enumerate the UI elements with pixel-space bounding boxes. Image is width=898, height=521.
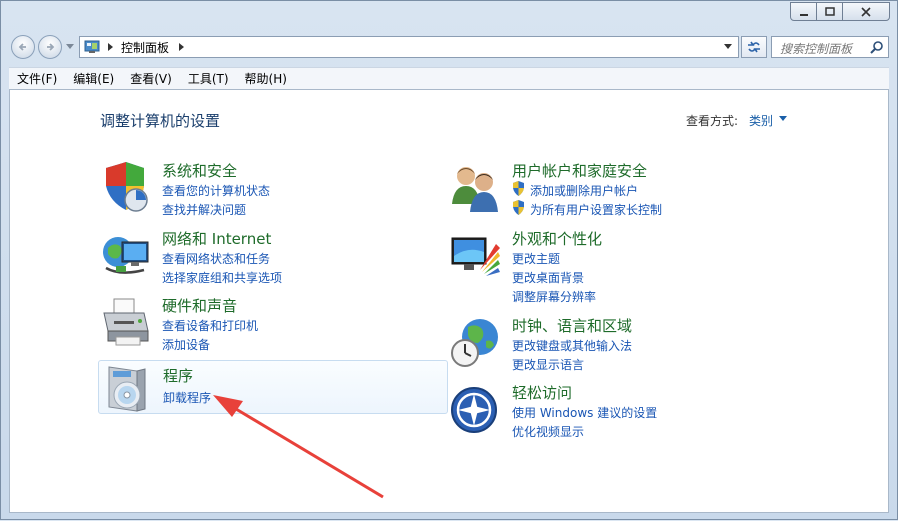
maximize-button[interactable]: [816, 2, 843, 21]
link-add-remove-user-accounts[interactable]: 添加或删除用户帐户: [530, 182, 638, 199]
printer-icon[interactable]: [100, 297, 152, 349]
view-by-dropdown-arrow-icon[interactable]: [779, 116, 787, 121]
control-panel-content: 调整计算机的设置 查看方式: 类别 系统和安全 查看您的计算机状态 查找并解决问…: [9, 89, 889, 513]
users-icon[interactable]: [450, 162, 502, 214]
link-optimize-video-display[interactable]: 优化视频显示: [512, 423, 584, 440]
search-input[interactable]: 搜索控制面板: [771, 36, 889, 58]
forward-arrow-icon: [47, 43, 55, 51]
menu-help[interactable]: 帮助(H): [237, 70, 295, 87]
category-network-internet-title[interactable]: 网络和 Internet: [162, 228, 271, 249]
category-system-security-title[interactable]: 系统和安全: [162, 160, 237, 181]
category-user-accounts: 用户帐户和家庭安全 添加或删除用户帐户 为所有用户设置家长控制: [450, 160, 790, 220]
category-system-security: 系统和安全 查看您的计算机状态 查找并解决问题: [100, 160, 440, 220]
back-arrow-icon: [18, 43, 26, 51]
menu-file[interactable]: 文件(F): [9, 70, 65, 87]
category-clock-language-region-title[interactable]: 时钟、语言和区域: [512, 315, 632, 336]
link-view-computer-status[interactable]: 查看您的计算机状态: [162, 182, 270, 199]
link-uninstall-program[interactable]: 卸载程序: [163, 389, 211, 406]
menu-bar: 文件(F) 编辑(E) 查看(V) 工具(T) 帮助(H): [9, 67, 889, 89]
link-homegroup-sharing[interactable]: 选择家庭组和共享选项: [162, 269, 282, 286]
title-bar: [1, 1, 897, 31]
minimize-icon: [799, 13, 808, 16]
view-by-label: 查看方式:: [686, 114, 739, 128]
back-button[interactable]: [11, 35, 35, 59]
programs-disc-box-icon: [108, 366, 146, 412]
address-dropdown-icon[interactable]: [724, 44, 732, 50]
breadcrumb-control-panel[interactable]: 控制面板: [121, 39, 169, 56]
network-globe-icon[interactable]: [100, 230, 152, 282]
link-add-device[interactable]: 添加设备: [162, 336, 210, 353]
category-user-accounts-title[interactable]: 用户帐户和家庭安全: [512, 160, 647, 181]
menu-edit[interactable]: 编辑(E): [65, 70, 122, 87]
link-windows-recommended-settings[interactable]: 使用 Windows 建议的设置: [512, 404, 657, 421]
search-icon[interactable]: [870, 41, 883, 54]
menu-tools[interactable]: 工具(T): [180, 70, 237, 87]
category-hardware-sound-title[interactable]: 硬件和声音: [162, 295, 237, 316]
category-hardware-sound: 硬件和声音 查看设备和打印机 添加设备: [100, 295, 440, 355]
category-programs-title[interactable]: 程序: [163, 365, 193, 386]
maximize-icon: [824, 6, 835, 16]
link-troubleshoot[interactable]: 查找并解决问题: [162, 201, 246, 218]
category-ease-of-access-title[interactable]: 轻松访问: [512, 382, 572, 403]
page-title: 调整计算机的设置: [100, 112, 221, 130]
uac-shield-icon: [513, 200, 524, 215]
recent-pages-chevron-icon[interactable]: [66, 44, 74, 50]
refresh-icon: [748, 41, 760, 53]
link-change-keyboard-input[interactable]: 更改键盘或其他输入法: [512, 337, 632, 354]
clock-globe-icon[interactable]: [450, 317, 502, 369]
search-placeholder: 搜索控制面板: [780, 42, 853, 56]
category-appearance-title[interactable]: 外观和个性化: [512, 228, 602, 249]
link-view-devices-printers[interactable]: 查看设备和打印机: [162, 317, 258, 334]
link-change-theme[interactable]: 更改主题: [512, 250, 560, 267]
link-change-desktop-background[interactable]: 更改桌面背景: [512, 269, 584, 286]
address-bar[interactable]: 控制面板: [79, 36, 739, 58]
category-clock-language-region: 时钟、语言和区域 更改键盘或其他输入法 更改显示语言: [450, 315, 790, 375]
category-ease-of-access: 轻松访问 使用 Windows 建议的设置 优化视频显示: [450, 382, 790, 442]
control-panel-window: 控制面板 搜索控制面板 文件(F) 编辑(E) 查看(V) 工具(T) 帮助(H…: [0, 0, 898, 520]
link-adjust-screen-resolution[interactable]: 调整屏幕分辨率: [512, 288, 596, 305]
category-network-internet: 网络和 Internet 查看网络状态和任务 选择家庭组和共享选项: [100, 228, 440, 288]
control-panel-icon: [84, 40, 100, 53]
ease-of-access-icon[interactable]: [450, 384, 502, 436]
forward-button[interactable]: [38, 35, 62, 59]
uac-shield-icon: [513, 181, 524, 196]
close-icon: [861, 6, 871, 17]
category-appearance: 外观和个性化 更改主题 更改桌面背景 调整屏幕分辨率: [450, 228, 790, 304]
refresh-button[interactable]: [741, 36, 767, 58]
link-parental-controls[interactable]: 为所有用户设置家长控制: [530, 201, 662, 218]
close-button[interactable]: [842, 2, 890, 21]
address-row: 控制面板 搜索控制面板: [1, 31, 897, 63]
appearance-monitor-icon[interactable]: [450, 230, 502, 282]
view-by-dropdown[interactable]: 类别: [749, 112, 773, 129]
link-change-display-language[interactable]: 更改显示语言: [512, 356, 584, 373]
category-programs[interactable]: 程序 卸载程序: [98, 360, 448, 414]
breadcrumb-separator-icon: [108, 43, 113, 51]
minimize-button[interactable]: [790, 2, 817, 21]
breadcrumb-separator-icon: [179, 43, 185, 51]
security-shield-icon[interactable]: [100, 162, 152, 214]
link-view-network-status[interactable]: 查看网络状态和任务: [162, 250, 270, 267]
menu-view[interactable]: 查看(V): [122, 70, 180, 87]
